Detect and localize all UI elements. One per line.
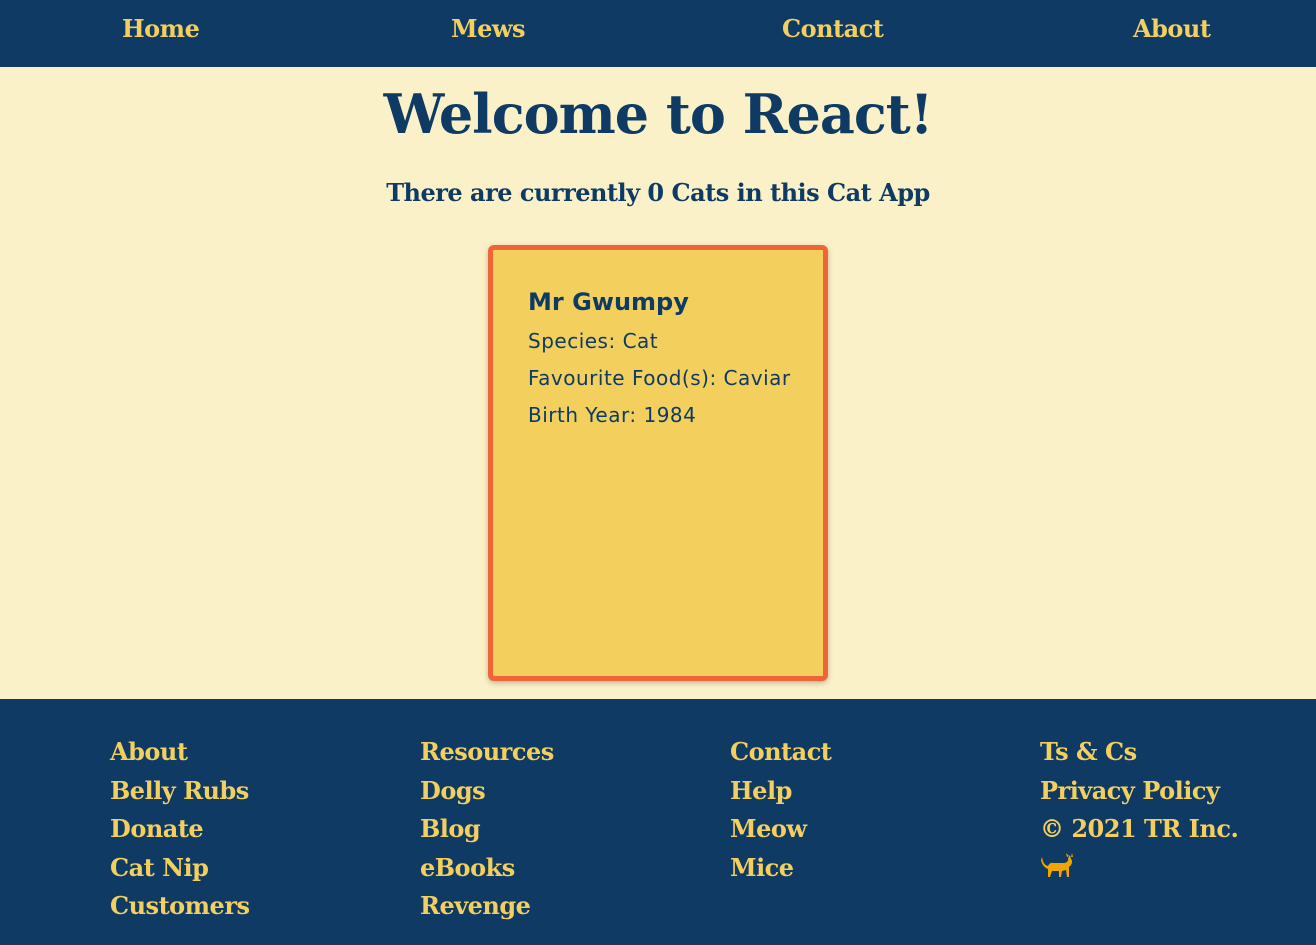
cat-card: Mr Gwumpy Species: Cat Favourite Food(s)… <box>488 245 828 681</box>
footer-link-privacy-policy[interactable]: Privacy Policy <box>1040 772 1238 811</box>
footer-column-3: Contact Help Meow Mice <box>730 733 832 888</box>
footer-link-about[interactable]: About <box>110 733 249 772</box>
footer-link-belly-rubs[interactable]: Belly Rubs <box>110 772 249 811</box>
footer-link-revenge[interactable]: Revenge <box>420 887 554 926</box>
cat-icon <box>1041 852 1073 877</box>
footer-link-contact[interactable]: Contact <box>730 733 832 772</box>
copyright-text: © 2021 TR Inc. <box>1040 814 1239 843</box>
nav-link-mews[interactable]: Mews <box>451 14 526 43</box>
cat-species: Species: Cat <box>528 329 659 353</box>
footer-column-2: Resources Dogs Blog eBooks Revenge <box>420 733 554 926</box>
footer-link-cat-nip[interactable]: Cat Nip <box>110 849 249 888</box>
footer-link-blog[interactable]: Blog <box>420 810 554 849</box>
cat-birth-year: Birth Year: 1984 <box>528 403 697 427</box>
page-title: Welcome to React! <box>383 82 934 146</box>
footer-column-1: About Belly Rubs Donate Cat Nip Customer… <box>110 733 250 926</box>
footer-link-donate[interactable]: Donate <box>110 810 249 849</box>
footer-link-mice[interactable]: Mice <box>730 849 831 888</box>
footer-link-customers[interactable]: Customers <box>110 887 250 926</box>
footer-link-resources[interactable]: Resources <box>420 733 554 772</box>
nav-link-home[interactable]: Home <box>122 14 200 43</box>
footer: About Belly Rubs Donate Cat Nip Customer… <box>0 699 1316 945</box>
cat-name: Mr Gwumpy <box>528 288 689 316</box>
footer-link-ebooks[interactable]: eBooks <box>420 849 554 888</box>
cat-favourite-food: Favourite Food(s): Caviar <box>528 366 791 390</box>
nav-link-about[interactable]: About <box>1133 14 1211 43</box>
footer-link-ts-cs[interactable]: Ts & Cs <box>1040 733 1238 772</box>
footer-link-help[interactable]: Help <box>730 772 831 811</box>
footer-column-4: Ts & Cs Privacy Policy © 2021 TR Inc. <box>1040 733 1239 879</box>
cat-count-subtitle: There are currently 0 Cats in this Cat A… <box>386 178 930 207</box>
footer-link-meow[interactable]: Meow <box>730 810 831 849</box>
top-navbar: Home Mews Contact About <box>0 0 1316 67</box>
nav-link-contact[interactable]: Contact <box>782 14 884 43</box>
footer-link-dogs[interactable]: Dogs <box>420 772 554 811</box>
